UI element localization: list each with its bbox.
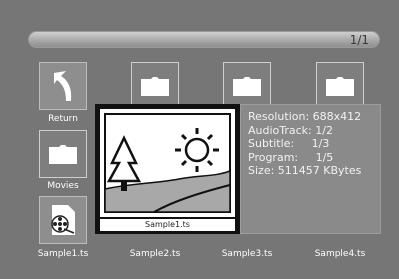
folder-icon [141, 77, 169, 96]
folder-icon [326, 77, 354, 96]
folder-icon [233, 77, 261, 96]
sample2-folder-tile[interactable] [131, 62, 179, 110]
return-label: Return [48, 114, 78, 124]
sample3-folder-tile[interactable] [223, 62, 271, 110]
return-arrow-icon [54, 71, 72, 101]
sample3-label: Sample3.ts [221, 249, 273, 259]
page-indicator: 1/1 [349, 33, 369, 47]
info-resolution: Resolution: 688x412 [248, 110, 362, 123]
info-program: Program: 1/5 [248, 150, 334, 164]
preview-thumbnail [100, 109, 235, 217]
return-tile[interactable] [39, 62, 87, 110]
folder-icon [49, 145, 77, 164]
film-reel-file-icon [51, 205, 75, 235]
sample4-label: Sample4.ts [314, 249, 366, 259]
sample1-tile[interactable] [39, 196, 87, 244]
info-size: Size: 511457 KBytes [248, 164, 362, 177]
sample2-label: Sample2.ts [129, 249, 181, 259]
path-bar: 1/1 [28, 31, 380, 48]
file-info-panel: Resolution: 688x412 AudioTrack: 1/2 Subt… [240, 104, 381, 234]
landscape-thumbnail-icon [104, 113, 231, 213]
preview-window: Sample1.ts [95, 104, 240, 234]
preview-caption: Sample1.ts [100, 219, 235, 231]
info-audiotrack: AudioTrack: 1/2 [248, 123, 333, 137]
movies-folder-tile[interactable] [39, 130, 87, 178]
movies-label: Movies [47, 181, 79, 191]
file-browser-screen: 1/1 Return Movies Sample1.ts Sample2.ts … [0, 0, 399, 279]
info-subtitle: Subtitle: 1/3 [248, 137, 330, 150]
sample4-folder-tile[interactable] [316, 62, 364, 110]
sample1-label: Sample1.ts [37, 249, 89, 259]
